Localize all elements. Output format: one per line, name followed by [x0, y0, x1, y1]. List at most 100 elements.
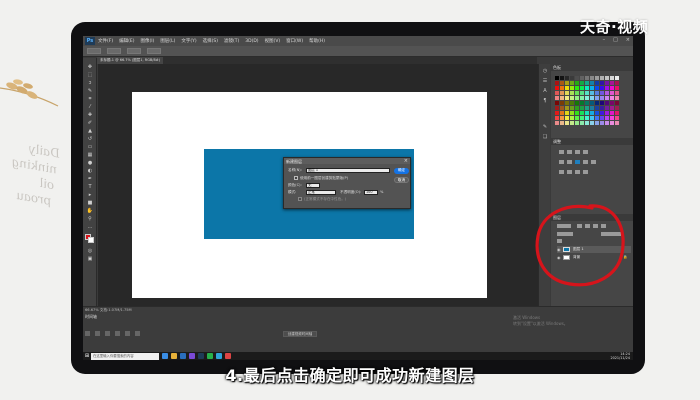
invert-icon[interactable] [559, 170, 564, 174]
color-swatch[interactable] [605, 81, 609, 85]
color-swatch[interactable] [595, 116, 599, 120]
exposure-icon[interactable] [583, 150, 588, 154]
color-swatch[interactable] [610, 81, 614, 85]
color-swatch[interactable] [585, 81, 589, 85]
color-swatch[interactable] [580, 96, 584, 100]
color-swatch[interactable] [570, 86, 574, 90]
color-swatch[interactable] [560, 101, 564, 105]
color-balance-icon[interactable] [575, 160, 580, 164]
tab-adjustments[interactable]: 调整 [553, 139, 561, 145]
marquee-tool-icon[interactable]: ⬚ [86, 72, 94, 78]
dodge-tool-icon[interactable]: ◐ [86, 168, 94, 174]
crop-tool-icon[interactable]: ⌗ [86, 96, 94, 102]
color-select[interactable]: 无 [306, 183, 320, 188]
paragraph-panel-icon[interactable]: ¶ [541, 98, 549, 104]
app-icon[interactable] [189, 353, 195, 359]
color-swatch[interactable] [590, 101, 594, 105]
color-swatch[interactable] [580, 116, 584, 120]
color-swatch[interactable] [555, 76, 559, 80]
ok-button[interactable]: 确定 [394, 168, 409, 174]
color-swatch[interactable] [590, 116, 594, 120]
play-icon[interactable] [105, 331, 110, 336]
color-swatch[interactable] [560, 121, 564, 125]
color-swatch[interactable] [585, 96, 589, 100]
path-select-tool-icon[interactable]: ▸ [86, 192, 94, 198]
color-swatch[interactable] [570, 101, 574, 105]
color-swatch[interactable] [585, 86, 589, 90]
color-swatch[interactable] [595, 111, 599, 115]
color-swatch[interactable] [605, 96, 609, 100]
color-swatch[interactable] [580, 106, 584, 110]
color-swatch[interactable] [605, 116, 609, 120]
color-swatch[interactable] [585, 121, 589, 125]
color-swatch[interactable] [575, 116, 579, 120]
color-swatch[interactable] [565, 101, 569, 105]
color-swatch[interactable] [575, 91, 579, 95]
menu-item-window[interactable]: 窗口(W) [286, 38, 303, 44]
color-swatch[interactable] [560, 111, 564, 115]
neutral-color-checkbox[interactable] [298, 197, 302, 201]
color-swatch[interactable] [615, 91, 619, 95]
canvas-area[interactable]: 新建图层 × 名称(N): 图层 1 确定 取消 使用前一图层创建剪贴蒙版(P)… [98, 64, 538, 306]
color-swatch[interactable] [610, 96, 614, 100]
color-swatch[interactable] [590, 96, 594, 100]
color-swatch[interactable] [600, 101, 604, 105]
color-swatch[interactable] [555, 106, 559, 110]
color-swatch[interactable] [610, 91, 614, 95]
color-swatch[interactable] [585, 76, 589, 80]
wechat-icon[interactable] [207, 353, 213, 359]
color-swatch[interactable] [555, 101, 559, 105]
lasso-tool-icon[interactable]: ↄ [86, 80, 94, 86]
posterize-icon[interactable] [567, 170, 572, 174]
color-swatch[interactable] [610, 121, 614, 125]
color-swatch[interactable] [595, 81, 599, 85]
color-swatch[interactable] [555, 81, 559, 85]
color-swatch[interactable] [570, 111, 574, 115]
color-swatch[interactable] [610, 86, 614, 90]
clipping-mask-checkbox[interactable] [294, 176, 298, 180]
color-swatch[interactable] [570, 96, 574, 100]
taskbar-search-input[interactable]: 在这里输入你要搜索的内容 [91, 352, 159, 360]
menu-item-3d[interactable]: 3D(D) [245, 39, 258, 44]
color-swatch[interactable] [575, 81, 579, 85]
screen-mode-icon[interactable]: ▣ [86, 256, 94, 262]
color-swatch[interactable] [570, 76, 574, 80]
create-video-timeline-button[interactable]: 创建视频时间轴 [283, 331, 317, 337]
menu-item-help[interactable]: 帮助(H) [309, 38, 325, 44]
color-swatch[interactable] [615, 96, 619, 100]
color-swatch[interactable] [610, 101, 614, 105]
gradient-map-icon[interactable] [583, 170, 588, 174]
color-swatch[interactable] [565, 91, 569, 95]
color-swatch[interactable] [615, 111, 619, 115]
blur-tool-icon[interactable]: ● [86, 160, 94, 166]
more-tools-icon[interactable]: … [86, 224, 94, 230]
cancel-button[interactable]: 取消 [394, 177, 409, 183]
option-field[interactable] [147, 48, 161, 54]
color-swatch[interactable] [575, 96, 579, 100]
color-swatch[interactable] [605, 106, 609, 110]
prev-frame-icon[interactable] [95, 331, 100, 336]
black-white-icon[interactable] [583, 160, 588, 164]
color-swatch[interactable] [560, 96, 564, 100]
next-frame-icon[interactable] [115, 331, 120, 336]
dialog-close-icon[interactable]: × [404, 158, 408, 164]
color-swatch[interactable] [560, 76, 564, 80]
opacity-input[interactable]: 100 [364, 190, 378, 195]
color-swatch[interactable] [565, 121, 569, 125]
levels-icon[interactable] [567, 150, 572, 154]
color-swatch[interactable] [605, 121, 609, 125]
file-explorer-icon[interactable] [171, 353, 177, 359]
color-swatch[interactable] [595, 96, 599, 100]
clone-source-panel-icon[interactable]: ❏ [541, 134, 549, 140]
history-brush-tool-icon[interactable]: ↺ [86, 136, 94, 142]
photo-filter-icon[interactable] [591, 160, 596, 164]
app-icon[interactable] [216, 353, 222, 359]
quick-select-tool-icon[interactable]: ✎ [86, 88, 94, 94]
menu-item-select[interactable]: 选择(S) [203, 38, 218, 44]
color-swatch[interactable] [600, 116, 604, 120]
color-swatch[interactable] [565, 86, 569, 90]
brightness-icon[interactable] [559, 150, 564, 154]
color-swatch[interactable] [580, 76, 584, 80]
color-swatch[interactable] [590, 106, 594, 110]
color-swatch[interactable] [570, 91, 574, 95]
